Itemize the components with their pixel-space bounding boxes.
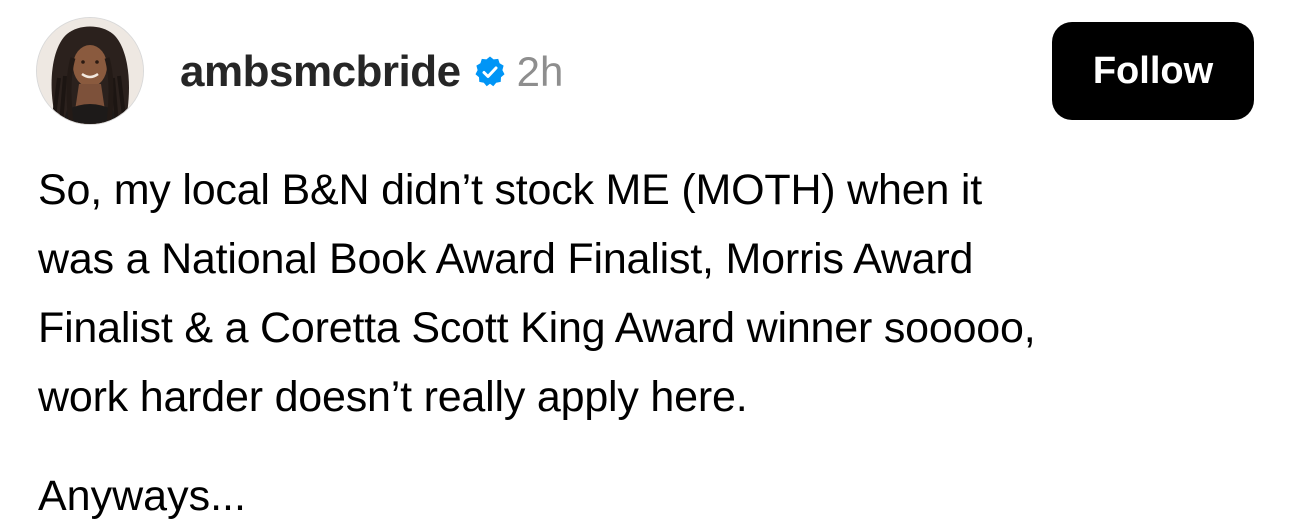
post-body-line: work harder doesn’t really apply here.	[38, 373, 748, 421]
verified-badge-icon	[473, 55, 507, 89]
post-body: So, my local B&N didn’t stock ME (MOTH) …	[38, 156, 1268, 432]
post-header: ambsmcbride 2h	[180, 44, 563, 100]
post-body-paragraph: Anyways...	[38, 472, 246, 520]
avatar[interactable]	[36, 17, 144, 125]
post-timestamp: 2h	[516, 48, 564, 95]
post-body-line: Finalist & a Coretta Scott King Award wi…	[38, 304, 1036, 352]
post-body-line: was a National Book Award Finalist, Morr…	[38, 235, 974, 283]
post-body-line: So, my local B&N didn’t stock ME (MOTH) …	[38, 166, 983, 214]
follow-button[interactable]: Follow	[1052, 22, 1254, 120]
username[interactable]: ambsmcbride	[180, 47, 461, 97]
post: ambsmcbride 2h Follow So, my local B&N d…	[0, 0, 1290, 523]
